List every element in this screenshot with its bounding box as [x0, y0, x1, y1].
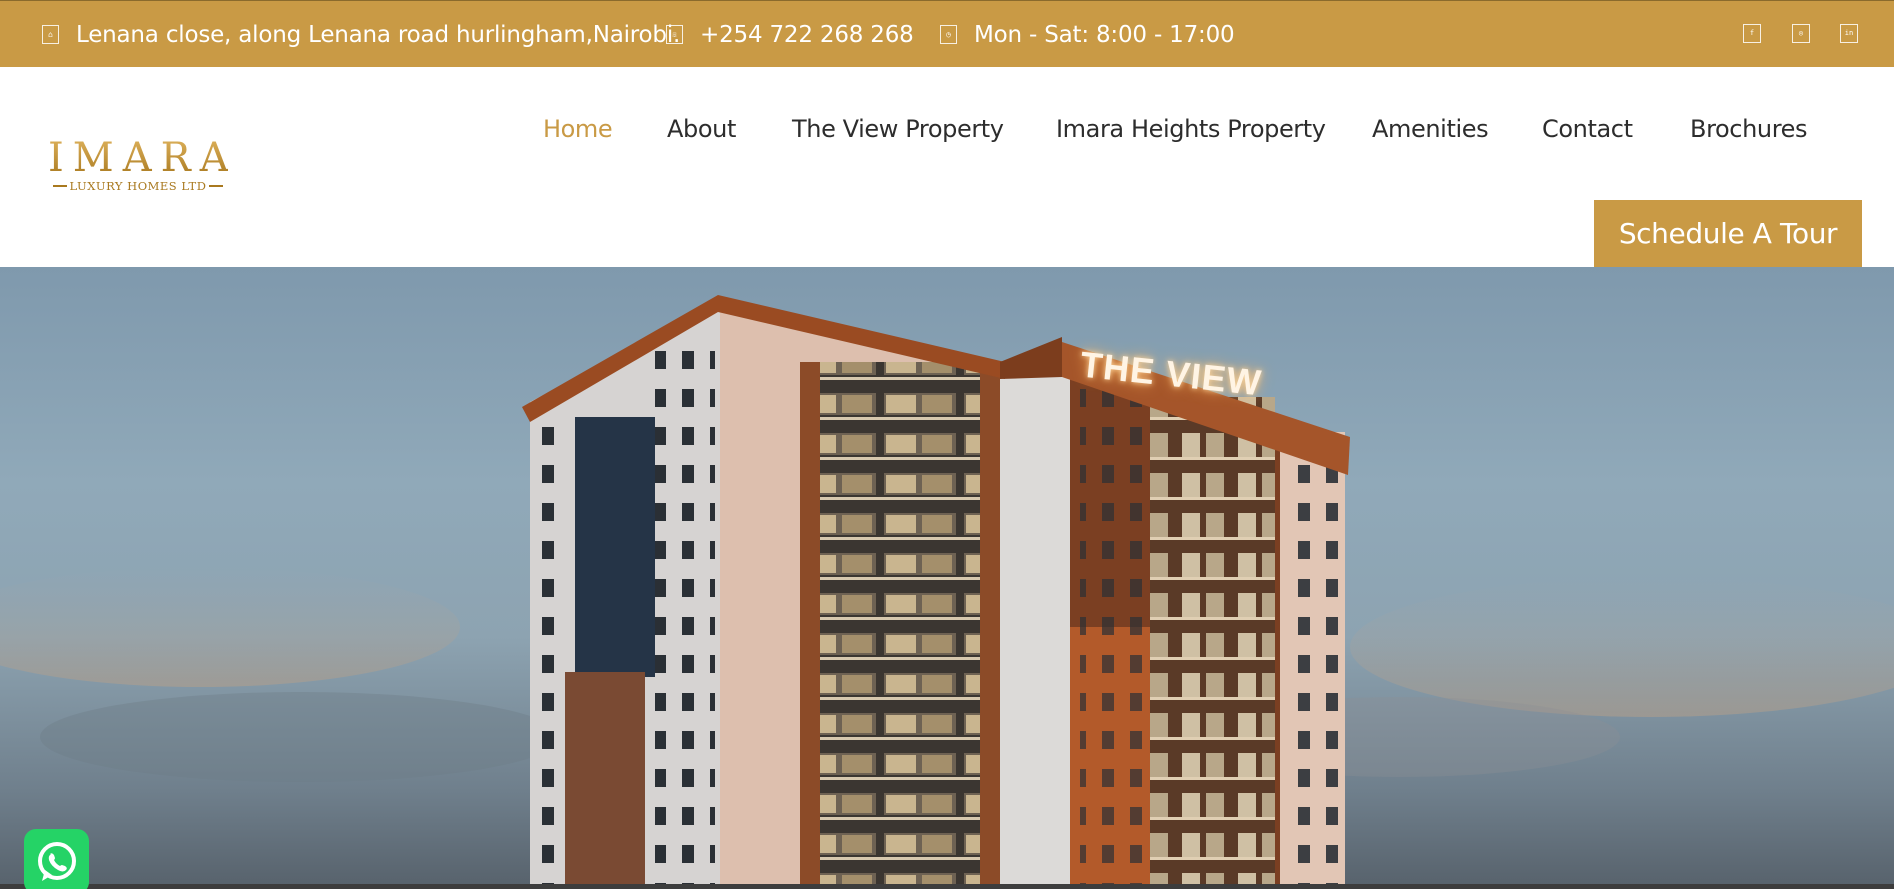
top-info-bar: ⌂ Lenana close, along Lenana road hurlin… — [0, 0, 1894, 67]
nav-item-home[interactable]: Home — [543, 115, 613, 143]
nav-item-amenities[interactable]: Amenities — [1372, 115, 1489, 143]
logo-tagline: LUXURY HOMES LTD — [48, 179, 228, 193]
hours-text: Mon - Sat: 8:00 - 17:00 — [974, 21, 1235, 48]
site-header: IMARA LUXURY HOMES LTD Home About The Vi… — [0, 67, 1894, 267]
phone-info[interactable]: ☏ +254 722 268 268 — [666, 1, 914, 68]
facebook-icon[interactable]: f — [1743, 24, 1761, 43]
linkedin-icon[interactable]: in — [1840, 24, 1858, 43]
address-text: Lenana close, along Lenana road hurlingh… — [76, 21, 681, 48]
whatsapp-chat-button[interactable] — [24, 829, 89, 889]
site-logo[interactable]: IMARA LUXURY HOMES LTD — [48, 135, 238, 193]
nav-item-about[interactable]: About — [667, 115, 736, 143]
nav-item-contact[interactable]: Contact — [1542, 115, 1633, 143]
nav-item-imara-heights-property[interactable]: Imara Heights Property — [1056, 115, 1326, 143]
hours-info: ◷ Mon - Sat: 8:00 - 17:00 — [940, 1, 1235, 68]
clock-icon: ◷ — [940, 25, 957, 44]
phone-icon: ☏ — [666, 25, 683, 44]
phone-text[interactable]: +254 722 268 268 — [700, 22, 914, 48]
nav-item-the-view-property[interactable]: The View Property — [792, 115, 1004, 143]
nav-item-brochures[interactable]: Brochures — [1690, 115, 1808, 143]
whatsapp-icon — [37, 841, 76, 881]
logo-wordmark: IMARA — [48, 135, 238, 181]
building-illustration — [0, 295, 1894, 884]
hero-banner: THE VIEW — [0, 267, 1894, 884]
schedule-tour-button[interactable]: Schedule A Tour — [1594, 200, 1862, 267]
instagram-icon[interactable]: ◎ — [1792, 24, 1810, 43]
address-info: ⌂ Lenana close, along Lenana road hurlin… — [42, 1, 680, 68]
bottom-divider — [0, 884, 1894, 889]
location-icon: ⌂ — [42, 25, 59, 44]
